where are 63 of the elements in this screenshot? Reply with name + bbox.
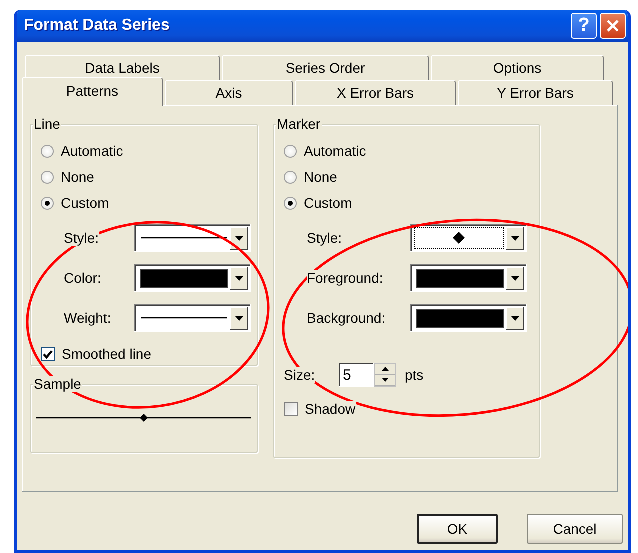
field-label: Weight:	[64, 310, 112, 326]
radio-label[interactable]: Custom	[304, 195, 352, 211]
radio-label[interactable]: Automatic	[304, 143, 366, 159]
dropdown-button[interactable]	[506, 226, 524, 250]
dropdown-button[interactable]	[230, 226, 248, 250]
checkmark-icon	[43, 350, 53, 358]
line-style-icon	[140, 236, 226, 240]
dropdown-button[interactable]	[230, 306, 248, 330]
caret-icon	[234, 276, 244, 280]
color-dropdown[interactable]	[410, 304, 527, 332]
group-label: Sample	[33, 376, 82, 392]
close-icon	[607, 20, 619, 32]
help-button[interactable]: ?	[571, 13, 597, 39]
radio-button[interactable]	[41, 196, 54, 210]
caret-icon	[510, 316, 520, 320]
field-label: Size:	[284, 367, 316, 383]
diamond-marker-icon	[452, 231, 466, 245]
radio-button[interactable]	[41, 170, 54, 184]
ok-button[interactable]: OK	[417, 514, 498, 544]
field-label: Background:	[307, 310, 386, 326]
dropdown-button[interactable]	[506, 306, 524, 330]
tab[interactable]: Y Error Bars	[458, 80, 613, 106]
checkbox-label[interactable]: Smoothed line	[62, 346, 152, 362]
color-dropdown[interactable]	[134, 264, 251, 292]
checkbox[interactable]	[284, 402, 298, 416]
style-dropdown[interactable]	[134, 304, 251, 332]
group-label: Line	[33, 116, 62, 132]
radio-label[interactable]: Automatic	[61, 143, 124, 159]
line-style-icon	[140, 316, 226, 320]
field-label: Color:	[64, 270, 102, 286]
tab[interactable]: Axis	[165, 80, 293, 106]
spin-buttons[interactable]	[374, 363, 396, 387]
field-label: Style:	[64, 230, 100, 246]
radio-button[interactable]	[284, 196, 297, 210]
color-dropdown[interactable]	[410, 264, 527, 292]
checkbox[interactable]	[41, 347, 55, 361]
tab[interactable]: Patterns	[22, 77, 163, 106]
unit-label: pts	[405, 367, 424, 383]
dropdown-button[interactable]	[506, 266, 524, 290]
radio-label[interactable]: None	[304, 169, 338, 185]
cancel-button[interactable]: Cancel	[527, 514, 623, 544]
radio-label[interactable]: Custom	[61, 195, 110, 211]
checkbox-label[interactable]: Shadow	[305, 401, 356, 417]
radio-button[interactable]	[284, 170, 297, 184]
tab[interactable]: Series Order	[222, 55, 429, 81]
caret-icon	[234, 236, 244, 240]
dropdown-button[interactable]	[230, 266, 248, 290]
window-title: Format Data Series	[24, 17, 171, 35]
tab[interactable]: Options	[431, 55, 604, 81]
caret-icon	[510, 236, 520, 240]
caret-icon	[510, 276, 520, 280]
radio-button[interactable]	[41, 144, 54, 158]
group-label: Marker	[276, 116, 322, 132]
field-label: Foreground:	[307, 270, 384, 286]
radio-button[interactable]	[284, 144, 297, 158]
style-dropdown[interactable]	[410, 224, 527, 252]
radio-label[interactable]: None	[61, 169, 94, 185]
tab[interactable]: X Error Bars	[295, 80, 456, 106]
field-label: Style:	[307, 230, 342, 246]
style-dropdown[interactable]	[134, 224, 251, 252]
close-button[interactable]	[600, 13, 626, 39]
size-field[interactable]: 5	[339, 363, 374, 387]
caret-icon	[234, 316, 244, 320]
